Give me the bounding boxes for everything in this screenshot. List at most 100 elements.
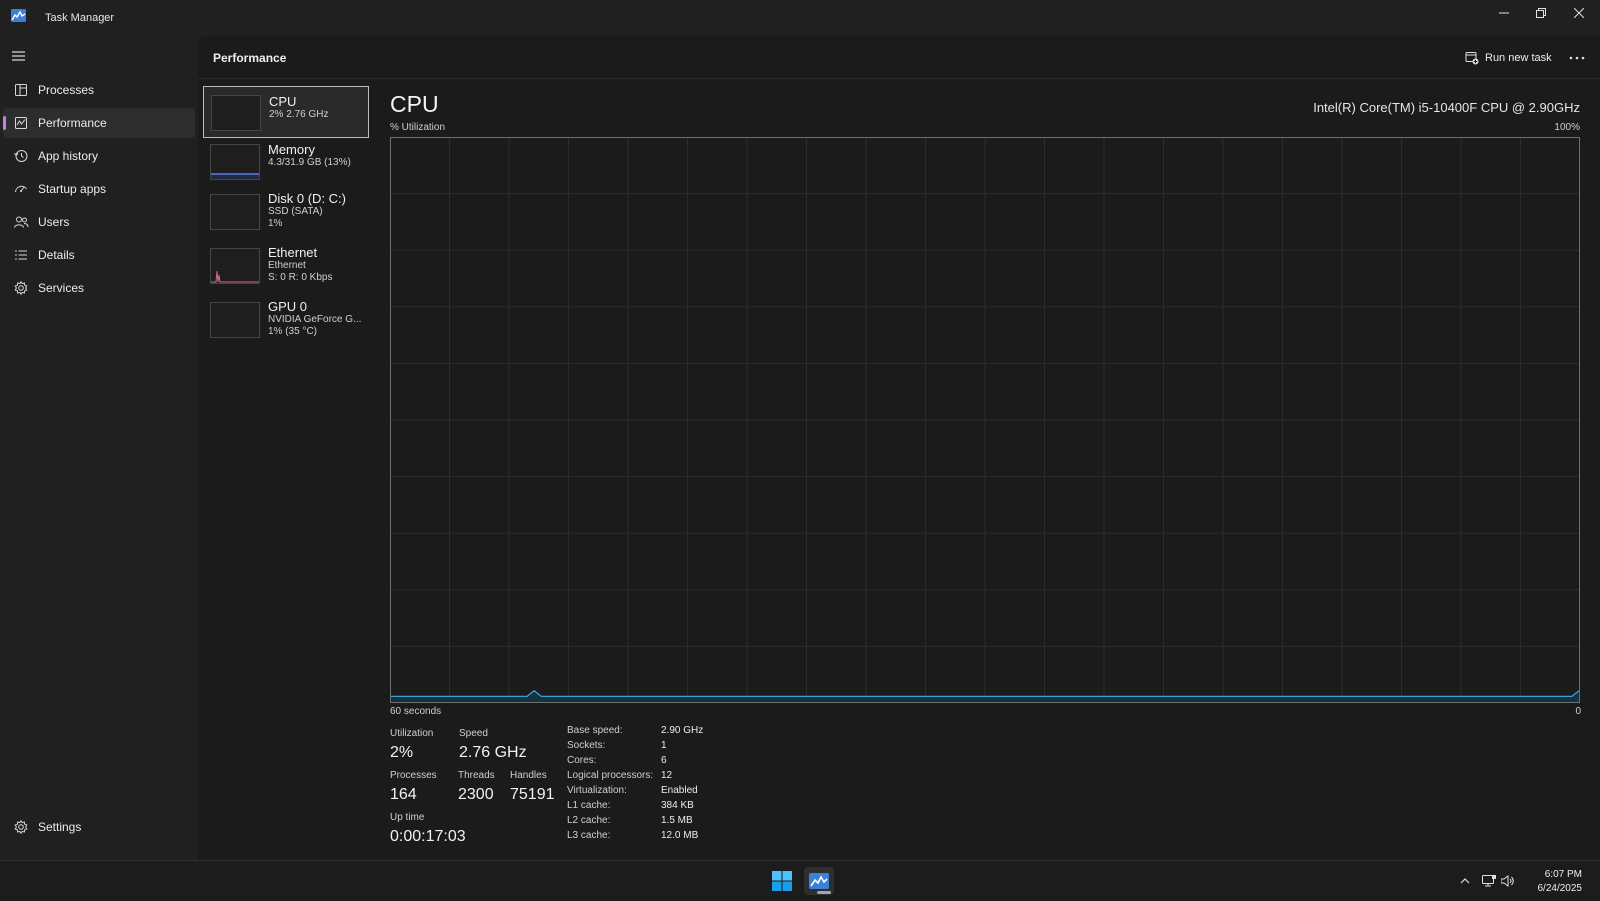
device-usage: 1% (35 °C)	[268, 326, 318, 337]
sidebar-item-label: Processes	[38, 83, 95, 97]
device-name: Memory	[268, 142, 315, 157]
memory-thumbnail-graph	[210, 144, 260, 180]
sidebar-item-label: Details	[38, 248, 75, 262]
spec-value: 6	[661, 755, 667, 766]
more-options-icon	[1569, 56, 1585, 60]
cpu-model-name: Intel(R) Core(TM) i5-10400F CPU @ 2.90GH…	[1313, 100, 1580, 115]
handles-value: 75191	[510, 786, 555, 803]
taskbar: 6:07 PM 6/24/2025	[0, 860, 1600, 901]
sidebar-item-settings[interactable]: Settings	[3, 812, 195, 842]
threads-label: Threads	[458, 770, 495, 781]
device-item-ethernet[interactable]: Ethernet Ethernet S: 0 R: 0 Kbps	[203, 240, 369, 292]
detail-title: CPU	[390, 91, 439, 117]
device-info: NVIDIA GeForce G...	[268, 314, 362, 325]
device-item-disk[interactable]: Disk 0 (D: C:) SSD (SATA) 1%	[203, 186, 369, 238]
gpu-thumbnail-graph	[210, 302, 260, 338]
processes-value: 164	[390, 786, 417, 803]
device-name: CPU	[269, 94, 297, 109]
spec-label: Virtualization:	[567, 785, 627, 796]
graph-y-axis-label: % Utilization	[390, 122, 446, 133]
spec-label: Base speed:	[567, 725, 623, 736]
graph-x-min-label: 0	[1575, 706, 1581, 717]
page-title: Performance	[213, 51, 287, 65]
title-bar: Task Manager	[0, 0, 1600, 36]
show-hidden-icons-button[interactable]	[1456, 867, 1474, 895]
minimize-icon	[1499, 12, 1509, 14]
sidebar-item-users[interactable]: Users	[3, 207, 195, 237]
device-usage: 1%	[268, 218, 283, 229]
run-new-task-icon	[1465, 52, 1479, 65]
disk-thumbnail-graph	[210, 194, 260, 230]
task-manager-icon	[809, 873, 829, 889]
sidebar-item-startup-apps[interactable]: Startup apps	[3, 174, 195, 204]
spec-label: L3 cache:	[567, 830, 611, 841]
device-usage: S: 0 R: 0 Kbps	[268, 272, 333, 283]
device-info: 2% 2.76 GHz	[269, 109, 329, 120]
sidebar-item-details[interactable]: Details	[3, 240, 195, 270]
device-item-gpu[interactable]: GPU 0 NVIDIA GeForce G... 1% (35 °C)	[203, 294, 369, 346]
active-app-indicator	[817, 891, 831, 894]
ethernet-thumbnail-graph	[210, 248, 260, 284]
device-item-cpu[interactable]: CPU 2% 2.76 GHz	[203, 86, 369, 138]
minimize-button[interactable]	[1485, 0, 1523, 26]
main-panel: Performance Run new task CPU 2% 2.76 GHz…	[198, 36, 1600, 860]
run-new-task-label: Run new task	[1485, 52, 1552, 64]
details-icon	[15, 250, 27, 260]
processes-icon	[15, 84, 27, 96]
chevron-up-icon	[1460, 878, 1470, 884]
spec-label: L2 cache:	[567, 815, 611, 826]
device-info: Ethernet	[268, 260, 306, 271]
close-icon	[1574, 8, 1584, 18]
restore-button[interactable]	[1522, 0, 1560, 26]
spec-value: 1.5 MB	[661, 815, 693, 826]
spec-value: 12.0 MB	[661, 830, 699, 841]
spec-value: 12	[661, 770, 673, 781]
device-info: SSD (SATA)	[268, 206, 323, 217]
sidebar-item-label: Startup apps	[38, 182, 107, 196]
network-status-button[interactable]	[1480, 867, 1498, 895]
sidebar-item-services[interactable]: Services	[3, 273, 195, 303]
sidebar-item-app-history[interactable]: App history	[3, 141, 195, 171]
sidebar-item-performance[interactable]: Performance	[3, 108, 195, 138]
windows-logo-icon	[772, 871, 792, 891]
utilization-label: Utilization	[390, 728, 434, 739]
start-button[interactable]	[767, 867, 797, 895]
device-name: Ethernet	[268, 245, 318, 260]
sidebar-item-processes[interactable]: Processes	[3, 75, 195, 105]
processes-label: Processes	[390, 770, 437, 781]
graph-y-max-label: 100%	[1554, 122, 1580, 133]
network-icon	[1482, 875, 1496, 887]
cpu-utilization-graph	[390, 137, 1580, 703]
volume-icon	[1501, 875, 1514, 887]
run-new-task-button[interactable]: Run new task	[1465, 48, 1552, 68]
spec-value: 384 KB	[661, 800, 694, 811]
performance-icon	[15, 117, 27, 129]
clock-time[interactable]: 6:07 PM	[1545, 869, 1582, 880]
users-icon	[14, 216, 29, 228]
device-item-memory[interactable]: Memory 4.3/31.9 GB (13%)	[203, 136, 369, 188]
threads-value: 2300	[458, 786, 494, 803]
uptime-value: 0:00:17:03	[390, 828, 466, 845]
sidebar-item-label: Services	[38, 281, 85, 295]
taskbar-task-manager-button[interactable]	[804, 867, 834, 895]
close-button[interactable]	[1560, 0, 1598, 26]
sidebar: Processes Performance App history Startu…	[0, 36, 198, 860]
speed-value: 2.76 GHz	[459, 744, 527, 761]
spec-label: L1 cache:	[567, 800, 611, 811]
startup-apps-icon	[15, 185, 27, 193]
volume-button[interactable]	[1499, 867, 1517, 895]
more-options-button[interactable]	[1567, 49, 1587, 67]
spec-value: 2.90 GHz	[661, 725, 704, 736]
sidebar-item-label: Users	[38, 215, 70, 229]
graph-x-axis-label: 60 seconds	[390, 706, 442, 717]
task-manager-app-icon	[11, 9, 26, 22]
window-title: Task Manager	[45, 12, 115, 24]
spec-label: Logical processors:	[567, 770, 654, 781]
device-name: Disk 0 (D: C:)	[268, 191, 346, 206]
restore-icon	[1536, 8, 1546, 18]
hamburger-menu-icon[interactable]	[10, 49, 28, 63]
page-header: Performance Run new task	[198, 36, 1600, 79]
clock-date[interactable]: 6/24/2025	[1538, 883, 1583, 894]
spec-label: Cores:	[567, 755, 597, 766]
speed-label: Speed	[459, 728, 488, 739]
